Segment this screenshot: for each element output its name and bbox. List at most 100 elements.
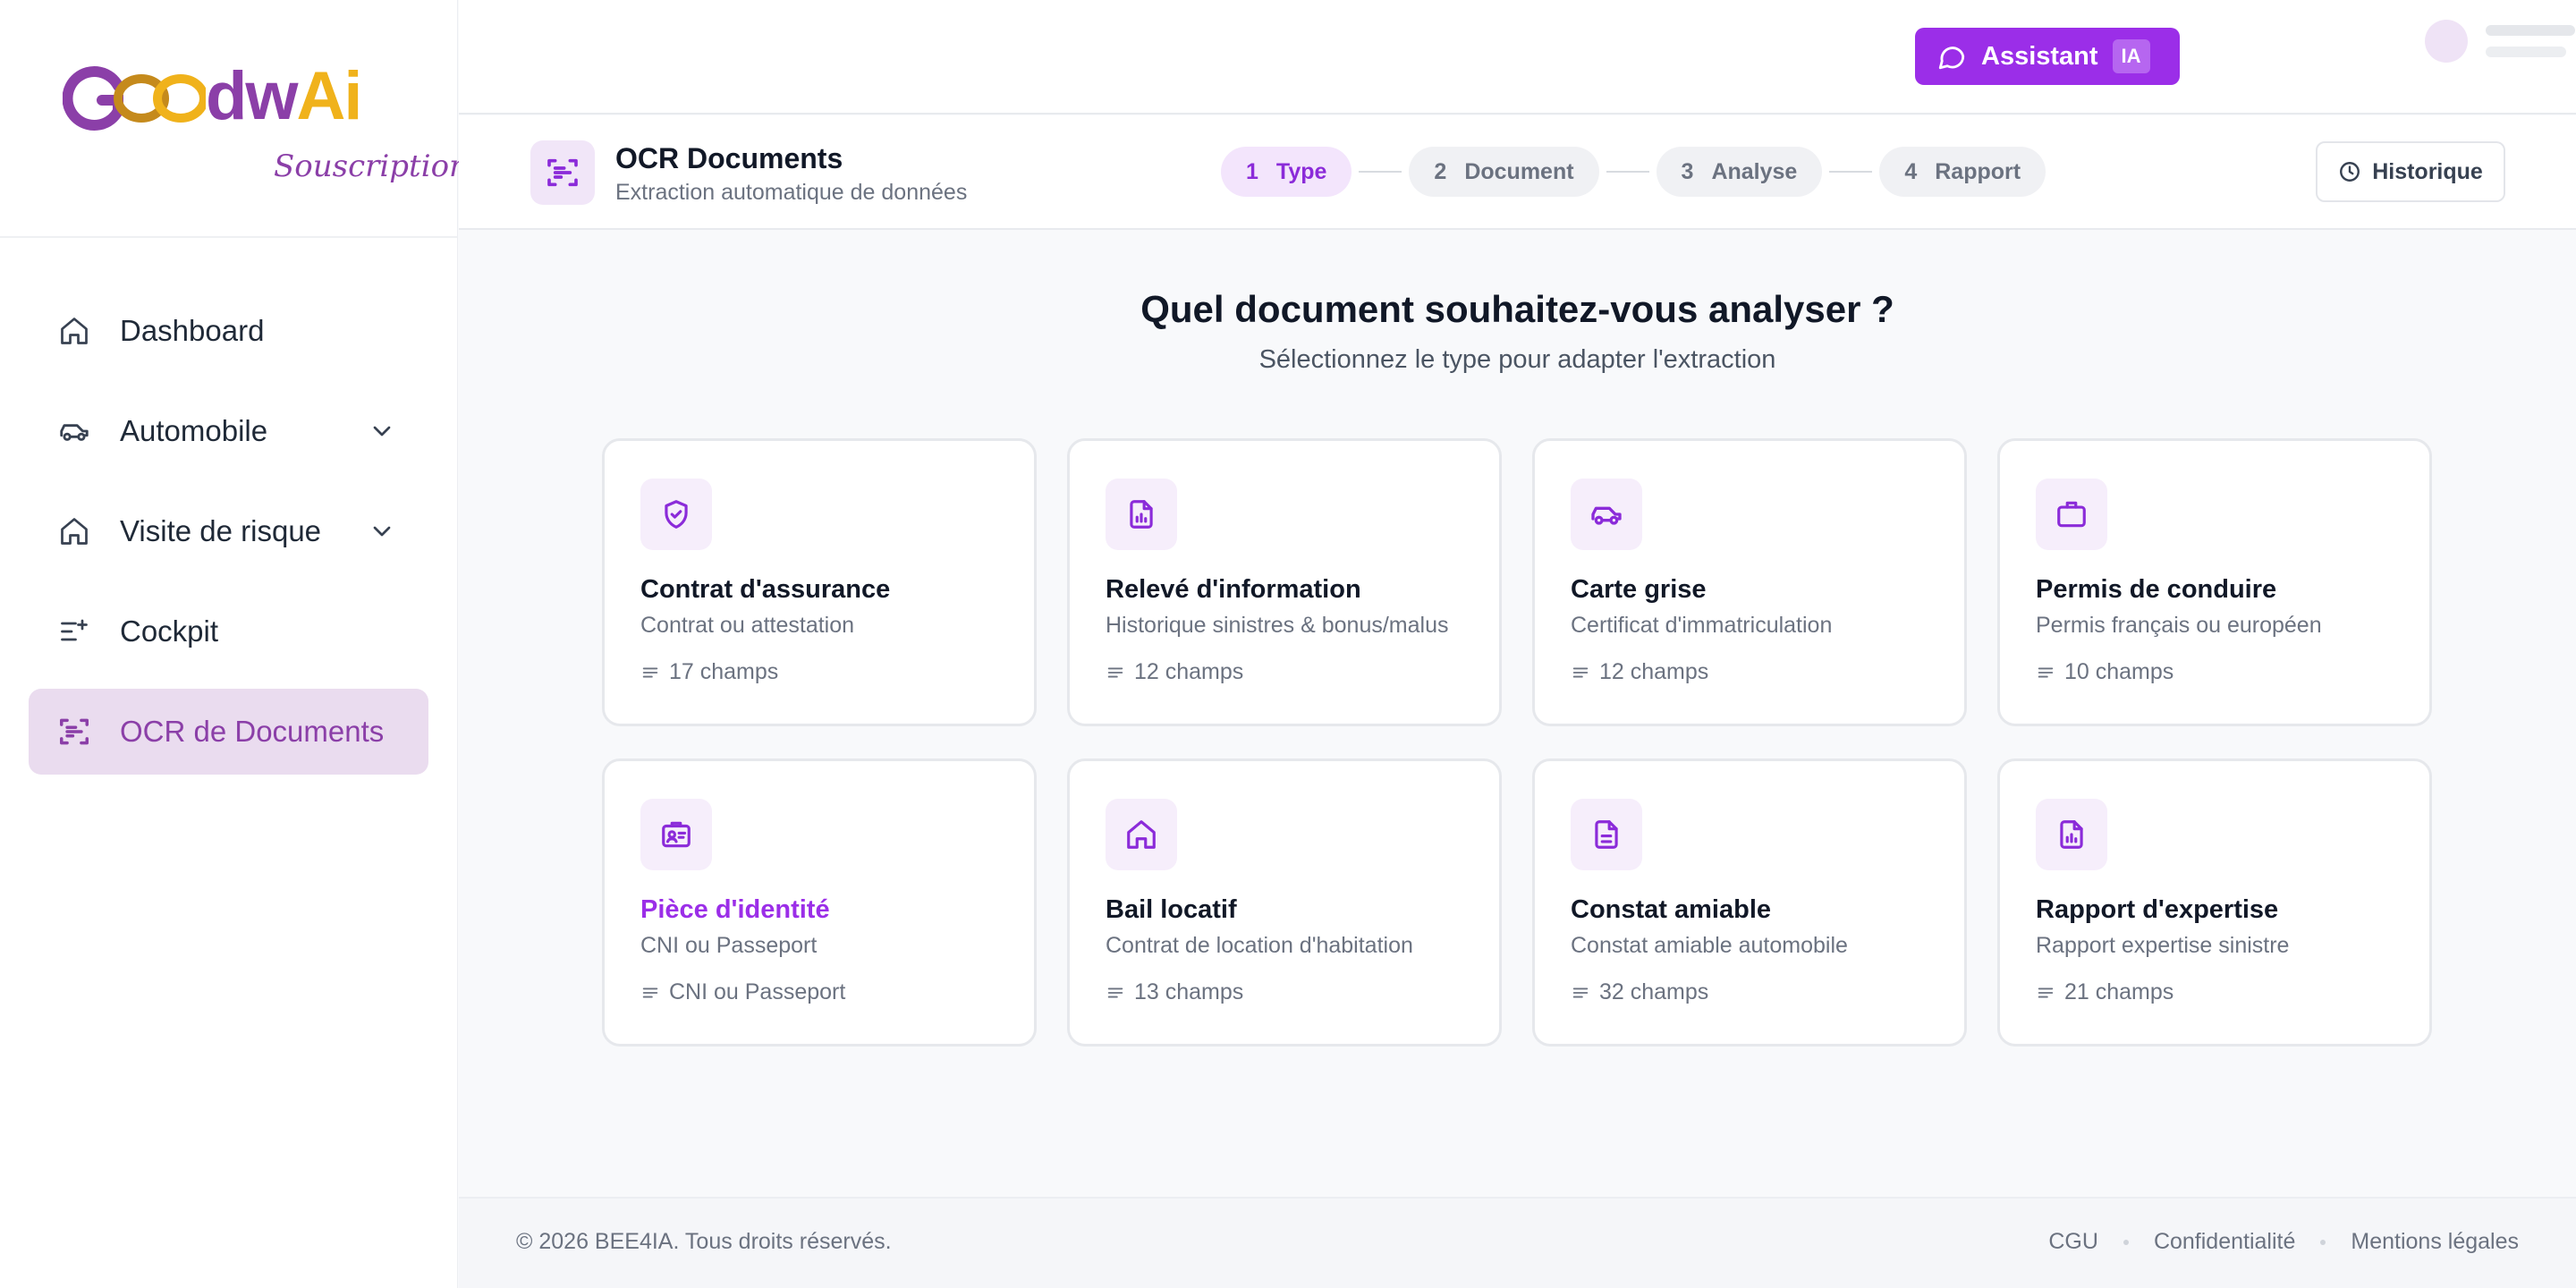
card-meta: 32 champs xyxy=(1571,979,1708,1005)
clock-icon xyxy=(2340,162,2360,182)
doc-card-rapport-expertise[interactable]: Rapport d'expertise Rapport expertise si… xyxy=(1997,758,2432,1046)
chevron-down-icon[interactable] xyxy=(368,417,396,445)
sidebar-item-dashboard[interactable]: Dashboard xyxy=(29,288,428,374)
card-subtitle: Constat amiable automobile xyxy=(1571,933,1848,958)
user-name-placeholder xyxy=(2486,25,2575,36)
field-count: 17 champs xyxy=(669,659,779,684)
card-title: Carte grise xyxy=(1571,575,1707,604)
step-label: Type xyxy=(1275,158,1327,184)
step-number: 3 xyxy=(1681,158,1694,184)
step-number: 4 xyxy=(1904,158,1918,184)
sidebar-item-cockpit[interactable]: Cockpit xyxy=(29,589,428,674)
ia-badge: IA xyxy=(2112,39,2150,73)
step-label: Document xyxy=(1464,158,1574,184)
sidebar-item-label: OCR de Documents xyxy=(120,715,385,748)
page-title: OCR Documents xyxy=(615,142,843,174)
card-title: Pièce d'identité xyxy=(640,895,830,924)
field-count: 21 champs xyxy=(2064,979,2174,1004)
avatar[interactable] xyxy=(2425,20,2468,63)
card-title: Relevé d'information xyxy=(1106,575,1361,604)
shield-check-icon xyxy=(640,479,712,550)
sidebar-item-label: Visite de risque xyxy=(120,514,322,547)
list-sparkle-icon xyxy=(57,614,91,648)
footer-link-confidentialite[interactable]: Confidentialité xyxy=(2154,1229,2295,1255)
step-connector xyxy=(1829,171,1873,173)
field-count: CNI ou Passeport xyxy=(669,979,846,1004)
top-bar: Assistant IA xyxy=(459,0,2576,114)
separator-dot xyxy=(2123,1239,2129,1245)
sidebar-item-label: Automobile xyxy=(120,414,268,447)
sidebar-item-visite-de-risque[interactable]: Visite de risque xyxy=(29,488,428,574)
text-lines-icon xyxy=(642,667,658,677)
assistant-button[interactable]: Assistant IA xyxy=(1915,28,2180,85)
card-subtitle: Permis français ou européen xyxy=(2036,613,2322,638)
doc-card-piece-identite[interactable]: Pièce d'identité CNI ou Passeport CNI ou… xyxy=(602,758,1037,1046)
car-icon xyxy=(57,414,91,448)
card-subtitle: Contrat de location d'habitation xyxy=(1106,933,1413,958)
card-subtitle: Contrat ou attestation xyxy=(640,613,855,638)
card-meta: CNI ou Passeport xyxy=(640,979,845,1005)
card-meta: 13 champs xyxy=(1106,979,1243,1005)
separator-dot xyxy=(2320,1239,2326,1245)
step-document[interactable]: 2 Document xyxy=(1409,147,1599,197)
copyright: © 2026 BEE4IA. Tous droits réservés. xyxy=(516,1229,892,1254)
file-chart-icon xyxy=(1106,479,1177,550)
logo-rings-icon xyxy=(63,66,206,131)
file-chart-icon xyxy=(2036,799,2107,870)
home-icon xyxy=(1106,799,1177,870)
page-header: OCR Documents Extraction automatique de … xyxy=(459,115,2576,230)
field-count: 32 champs xyxy=(1599,979,1709,1004)
chevron-down-icon[interactable] xyxy=(368,517,396,546)
step-rapport[interactable]: 4 Rapport xyxy=(1879,147,2046,197)
logo-text-dw: dw xyxy=(206,58,299,134)
brand-logo[interactable]: dwAi xyxy=(63,58,363,134)
file-text-icon xyxy=(1571,799,1642,870)
step-type[interactable]: 1 Type xyxy=(1221,147,1352,197)
sidebar-item-label: Dashboard xyxy=(120,314,265,347)
card-title: Contrat d'assurance xyxy=(640,575,891,604)
card-subtitle: Certificat d'immatriculation xyxy=(1571,613,1833,638)
sidebar-item-automobile[interactable]: Automobile xyxy=(29,388,428,474)
sidebar-item-label: Cockpit xyxy=(120,614,219,648)
footer-link-mentions-legales[interactable]: Mentions légales xyxy=(2351,1229,2519,1255)
card-meta: 12 champs xyxy=(1571,659,1708,685)
id-badge-icon xyxy=(2036,479,2107,550)
user-role-placeholder xyxy=(2486,47,2566,57)
step-connector xyxy=(1606,171,1649,173)
car-icon xyxy=(1571,479,1642,550)
sidebar-nav: Dashboard Automobile Visite de risque Co… xyxy=(0,238,457,775)
page-subtitle: Extraction automatique de données xyxy=(615,180,968,205)
card-meta: 17 champs xyxy=(640,659,778,685)
doc-card-contrat-assurance[interactable]: Contrat d'assurance Contrat ou attestati… xyxy=(602,438,1037,726)
text-lines-icon xyxy=(2038,987,2054,997)
step-number: 1 xyxy=(1246,158,1258,184)
card-title: Constat amiable xyxy=(1571,895,1771,924)
card-title: Bail locatif xyxy=(1106,895,1237,924)
card-title: Rapport d'expertise xyxy=(2036,895,2279,924)
footer-links: CGU Confidentialité Mentions légales xyxy=(2048,1229,2519,1255)
text-lines-icon xyxy=(642,987,658,997)
document-type-grid: Contrat d'assurance Contrat ou attestati… xyxy=(602,438,2434,1046)
logo-area: dwAi Souscription xyxy=(0,0,469,238)
text-lines-icon xyxy=(1107,667,1123,677)
doc-card-constat-amiable[interactable]: Constat amiable Constat amiable automobi… xyxy=(1532,758,1967,1046)
logo-subtitle: Souscription xyxy=(274,148,469,184)
field-count: 12 champs xyxy=(1134,659,1244,684)
stepper: 1 Type 2 Document 3 Analyse 4 Rapport xyxy=(1221,147,2046,197)
history-button[interactable]: Historique xyxy=(2316,141,2505,202)
step-number: 2 xyxy=(1434,158,1447,184)
doc-card-permis-conduire[interactable]: Permis de conduire Permis français ou eu… xyxy=(1997,438,2432,726)
card-subtitle: Historique sinistres & bonus/malus xyxy=(1106,613,1449,638)
section-subtitle: Sélectionnez le type pour adapter l'extr… xyxy=(1258,345,1776,374)
step-analyse[interactable]: 3 Analyse xyxy=(1656,147,1823,197)
field-count: 12 champs xyxy=(1599,659,1709,684)
sidebar-item-ocr-documents[interactable]: OCR de Documents xyxy=(29,689,428,775)
footer-link-cgu[interactable]: CGU xyxy=(2048,1229,2098,1255)
text-lines-icon xyxy=(1572,987,1589,997)
card-subtitle: CNI ou Passeport xyxy=(640,933,818,958)
card-meta: 10 champs xyxy=(2036,659,2174,685)
doc-card-releve-information[interactable]: Relevé d'information Historique sinistre… xyxy=(1067,438,1502,726)
logo-text-ai: Ai xyxy=(296,58,363,134)
doc-card-bail-locatif[interactable]: Bail locatif Contrat de location d'habit… xyxy=(1067,758,1502,1046)
doc-card-carte-grise[interactable]: Carte grise Certificat d'immatriculation… xyxy=(1532,438,1967,726)
